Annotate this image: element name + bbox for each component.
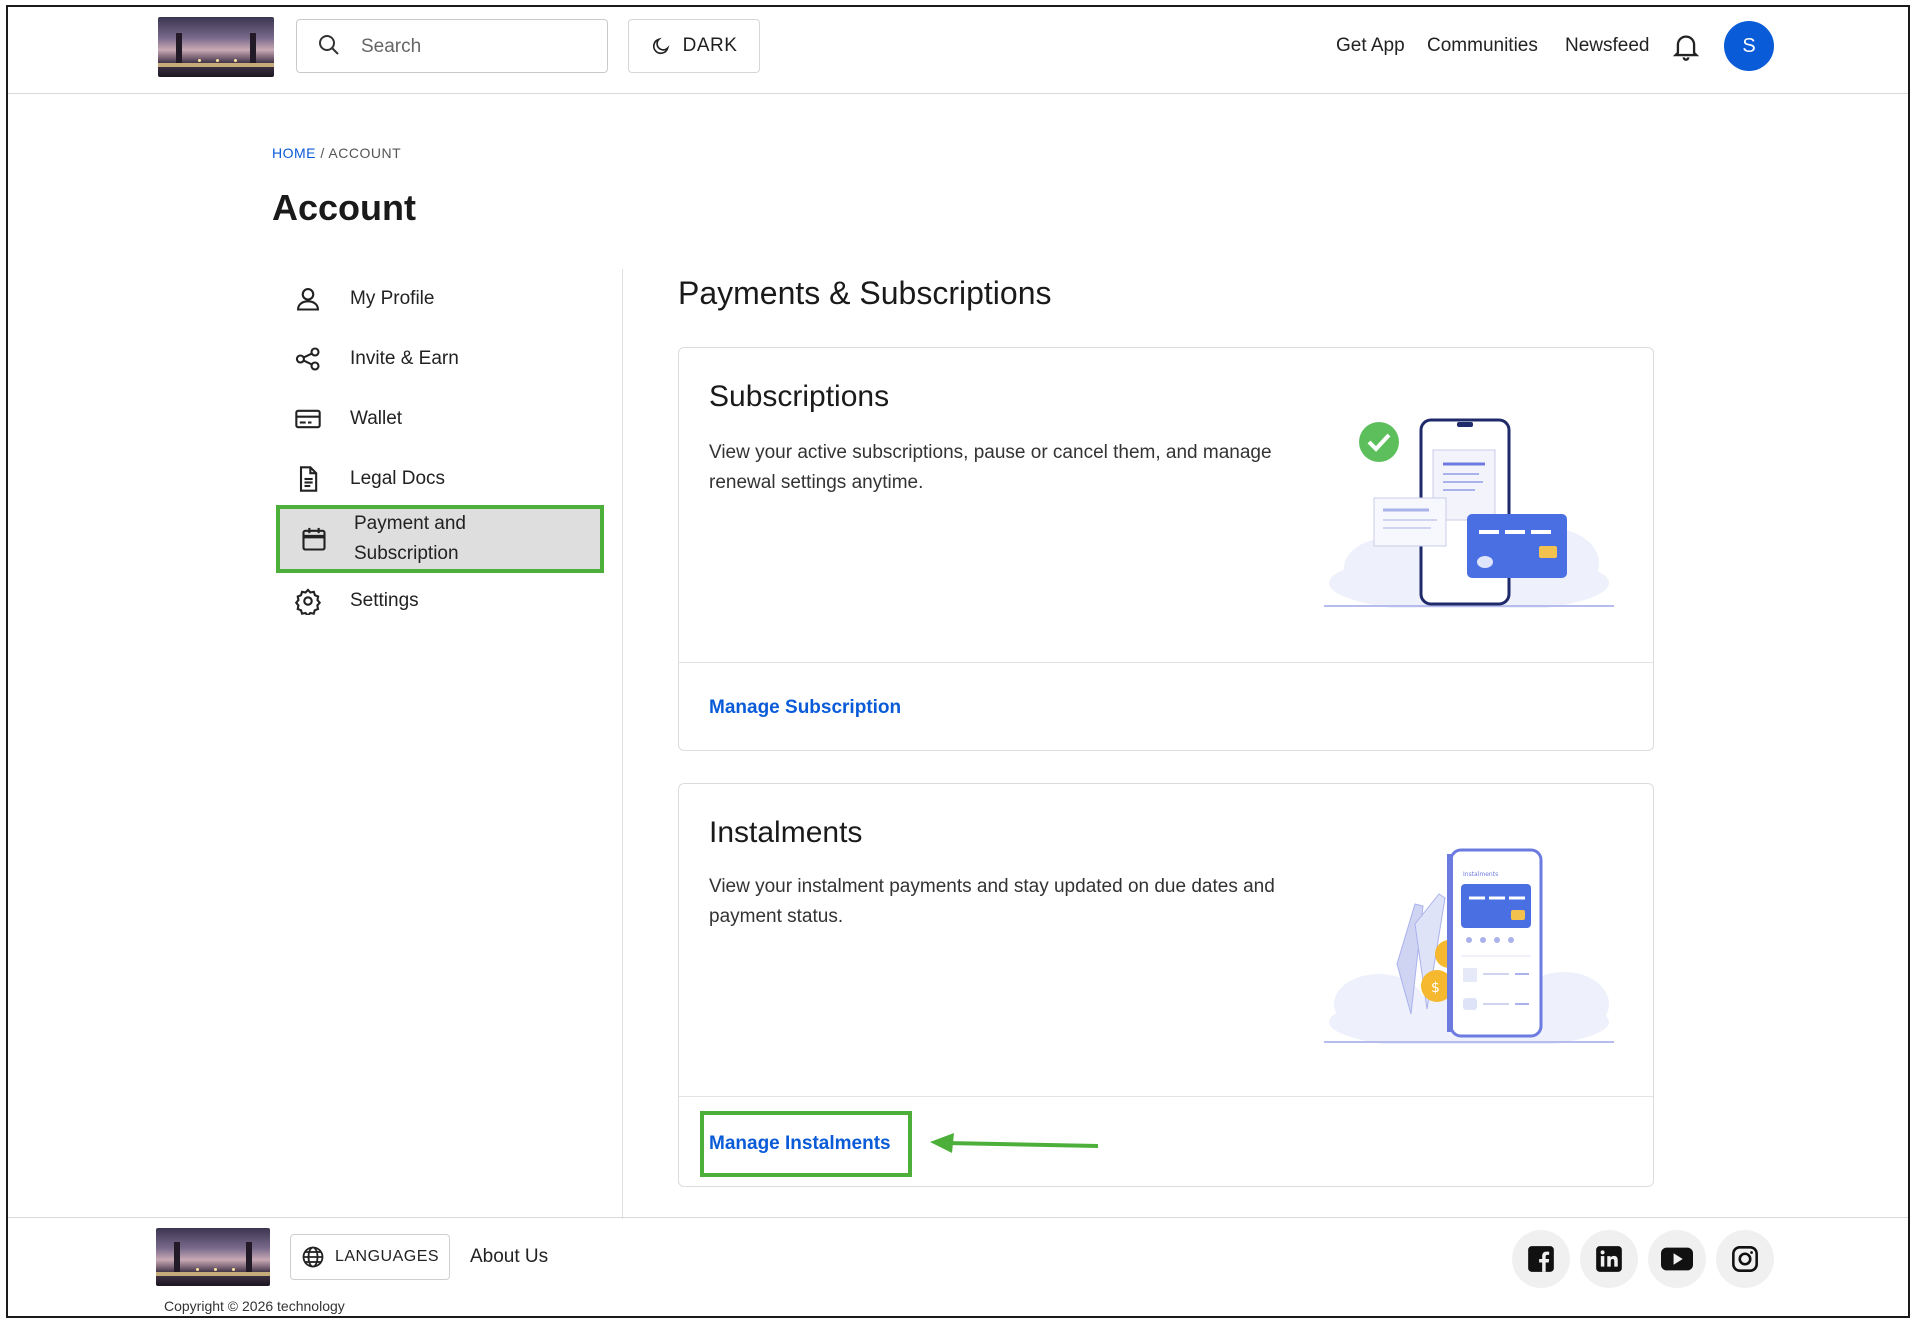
breadcrumb-separator: / — [316, 145, 329, 161]
page-title: Account — [272, 187, 416, 228]
arrow-annotation-icon — [930, 1133, 1099, 1153]
sidebar-item-my-profile[interactable]: My Profile — [272, 269, 600, 329]
illustration-label: Instalments — [1463, 871, 1498, 878]
copyright-text: Copyright © 2026 technology — [164, 1298, 345, 1314]
top-header: DARK Get App Communities Newsfeed S — [8, 7, 1908, 94]
sidebar-item-settings[interactable]: Settings — [272, 571, 600, 631]
card-title: Instalments — [709, 816, 863, 849]
search-box — [296, 19, 608, 74]
svg-text:$: $ — [1431, 980, 1440, 996]
languages-label: LANGUAGES — [334, 1248, 440, 1265]
youtube-button[interactable] — [1648, 1230, 1706, 1288]
sidebar-item-invite-earn[interactable]: Invite & Earn — [272, 329, 600, 389]
breadcrumb-home[interactable]: HOME — [272, 145, 316, 161]
about-us-link[interactable]: About Us — [470, 1246, 548, 1268]
card-footer: Manage Subscription — [679, 662, 1653, 753]
avatar-initial: S — [1742, 34, 1756, 57]
sidebar-item-label: Wallet — [350, 408, 403, 429]
instagram-icon — [1732, 1246, 1758, 1272]
breadcrumb: HOME / ACCOUNT — [272, 145, 401, 161]
wallet-icon — [295, 409, 321, 429]
instagram-button[interactable] — [1716, 1230, 1774, 1288]
search-icon — [319, 35, 339, 55]
card-description: View your active subscriptions, pause or… — [709, 442, 1272, 493]
nav-newsfeed[interactable]: Newsfeed — [1565, 35, 1650, 57]
card-description: View your instalment payments and stay u… — [709, 876, 1275, 927]
manage-subscription-link[interactable]: Manage Subscription — [709, 697, 901, 719]
subscriptions-card: Subscriptions View your active subscript… — [678, 347, 1654, 751]
footer: LANGUAGES About Us Copyright © 2026 tech… — [8, 1217, 1908, 1316]
sidebar-item-wallet[interactable]: Wallet — [272, 389, 600, 449]
card-title: Subscriptions — [709, 380, 890, 413]
dark-mode-label: DARK — [682, 35, 738, 56]
linkedin-icon — [1596, 1246, 1622, 1272]
sidebar-item-label: Settings — [350, 590, 419, 611]
highlight-box — [700, 1111, 912, 1177]
sidebar-item-label: My Profile — [350, 288, 435, 309]
section-title: Payments & Subscriptions — [678, 275, 1052, 311]
sidebar-item-label: Legal Docs — [350, 468, 446, 489]
moon-icon — [652, 37, 669, 55]
nav-communities[interactable]: Communities — [1427, 35, 1538, 57]
calendar-icon — [302, 527, 326, 551]
sidebar-item-label: Payment and Subscription — [354, 513, 466, 564]
nav-get-app[interactable]: Get App — [1336, 35, 1405, 57]
sidebar-item-legal-docs[interactable]: Legal Docs — [272, 449, 600, 509]
dark-mode-button[interactable]: DARK — [628, 19, 760, 73]
document-icon — [299, 466, 318, 492]
search-input[interactable] — [359, 20, 593, 74]
languages-button[interactable]: LANGUAGES — [290, 1234, 450, 1280]
subscription-illustration — [1324, 418, 1614, 608]
sidebar-divider — [622, 269, 623, 1219]
facebook-button[interactable] — [1512, 1230, 1570, 1288]
breadcrumb-current: ACCOUNT — [328, 145, 402, 161]
app-frame: DARK Get App Communities Newsfeed S HOME… — [6, 5, 1910, 1318]
globe-icon — [302, 1246, 324, 1268]
sidebar-item-label: Invite & Earn — [350, 348, 459, 369]
instalments-illustration: $ Instalments — [1324, 848, 1614, 1044]
sidebar-item-payment-subscription[interactable]: Payment and Subscription — [276, 505, 604, 573]
facebook-icon — [1528, 1246, 1554, 1272]
youtube-icon — [1661, 1247, 1693, 1271]
bell-icon[interactable] — [1672, 32, 1700, 62]
avatar[interactable]: S — [1724, 21, 1774, 71]
user-icon — [297, 288, 319, 311]
gear-icon — [294, 588, 322, 615]
share-icon — [295, 347, 320, 371]
linkedin-button[interactable] — [1580, 1230, 1638, 1288]
footer-logo[interactable] — [156, 1228, 270, 1286]
site-logo[interactable] — [158, 17, 274, 77]
